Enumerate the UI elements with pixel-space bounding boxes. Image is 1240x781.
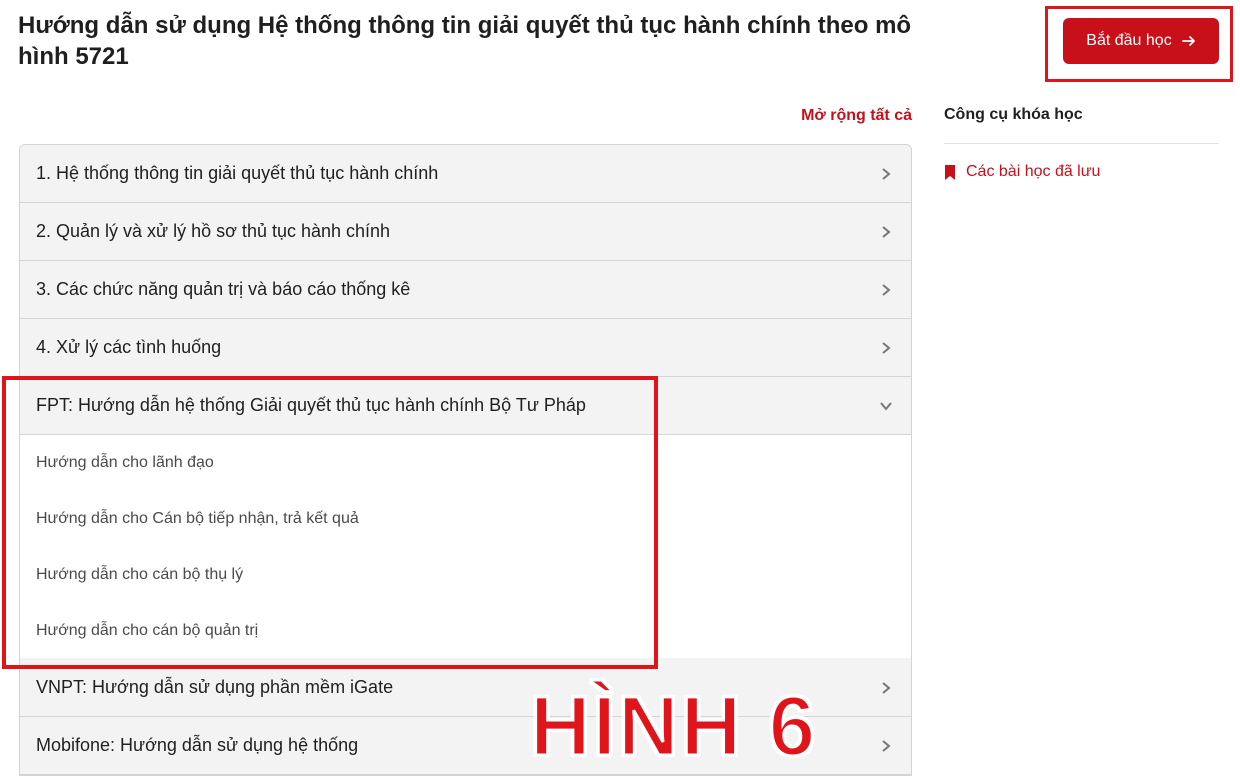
chevron-right-icon <box>882 681 891 694</box>
lesson-item[interactable]: Hướng dẫn cho cán bộ thụ lý <box>20 547 911 603</box>
module-label: VNPT: Hướng dẫn sử dụng phần mềm iGate <box>36 677 394 697</box>
lesson-item[interactable]: Hướng dẫn cho Cán bộ tiếp nhận, trả kết … <box>20 491 911 547</box>
saved-lessons-link[interactable]: Các bài học đã lưu <box>944 163 1100 181</box>
chevron-right-icon <box>882 341 891 354</box>
course-page: Hướng dẫn sử dụng Hệ thống thông tin giả… <box>0 0 1240 781</box>
lesson-list: Hướng dẫn cho lãnh đạo Hướng dẫn cho Cán… <box>20 435 911 659</box>
start-learning-button[interactable]: Bắt đầu học <box>1063 18 1219 64</box>
chevron-right-icon <box>882 739 891 752</box>
module-label: 3. Các chức năng quản trị và báo cáo thố… <box>36 279 411 299</box>
start-learning-label: Bắt đầu học <box>1086 32 1172 49</box>
chevron-right-icon <box>882 283 891 296</box>
module-label: 1. Hệ thống thông tin giải quyết thủ tục… <box>36 163 439 183</box>
bookmark-icon <box>945 164 955 180</box>
chevron-right-icon <box>882 225 891 238</box>
module-row-4[interactable]: 4. Xử lý các tình huống <box>20 319 911 377</box>
figure-label: HÌNH 6 <box>528 678 818 775</box>
module-label: Mobifone: Hướng dẫn sử dụng hệ thống <box>36 735 359 755</box>
module-row-1[interactable]: 1. Hệ thống thông tin giải quyết thủ tục… <box>20 145 911 203</box>
module-row-2[interactable]: 2. Quản lý và xử lý hồ sơ thủ tục hành c… <box>20 203 911 261</box>
course-title: Hướng dẫn sử dụng Hệ thống thông tin giả… <box>18 12 912 70</box>
module-label: 2. Quản lý và xử lý hồ sơ thủ tục hành c… <box>36 221 391 241</box>
sidebar-divider <box>944 143 1219 144</box>
module-row-3[interactable]: 3. Các chức năng quản trị và báo cáo thố… <box>20 261 911 319</box>
lesson-item[interactable]: Hướng dẫn cho cán bộ quản trị <box>20 603 911 659</box>
chevron-right-icon <box>882 167 891 180</box>
expand-all-link[interactable]: Mở rộng tất cả <box>801 107 912 125</box>
arrow-right-icon <box>1181 36 1195 46</box>
course-tools-title: Công cụ khóa học <box>944 106 1083 123</box>
module-label: 4. Xử lý các tình huống <box>36 337 222 357</box>
module-row-fpt[interactable]: FPT: Hướng dẫn hệ thống Giải quyết thủ t… <box>20 377 911 435</box>
lesson-item[interactable]: Hướng dẫn cho lãnh đạo <box>20 435 911 491</box>
module-label: FPT: Hướng dẫn hệ thống Giải quyết thủ t… <box>36 395 586 415</box>
saved-lessons-label: Các bài học đã lưu <box>966 163 1101 180</box>
chevron-down-icon <box>880 401 892 411</box>
start-button-highlight: Bắt đầu học <box>1045 6 1233 82</box>
